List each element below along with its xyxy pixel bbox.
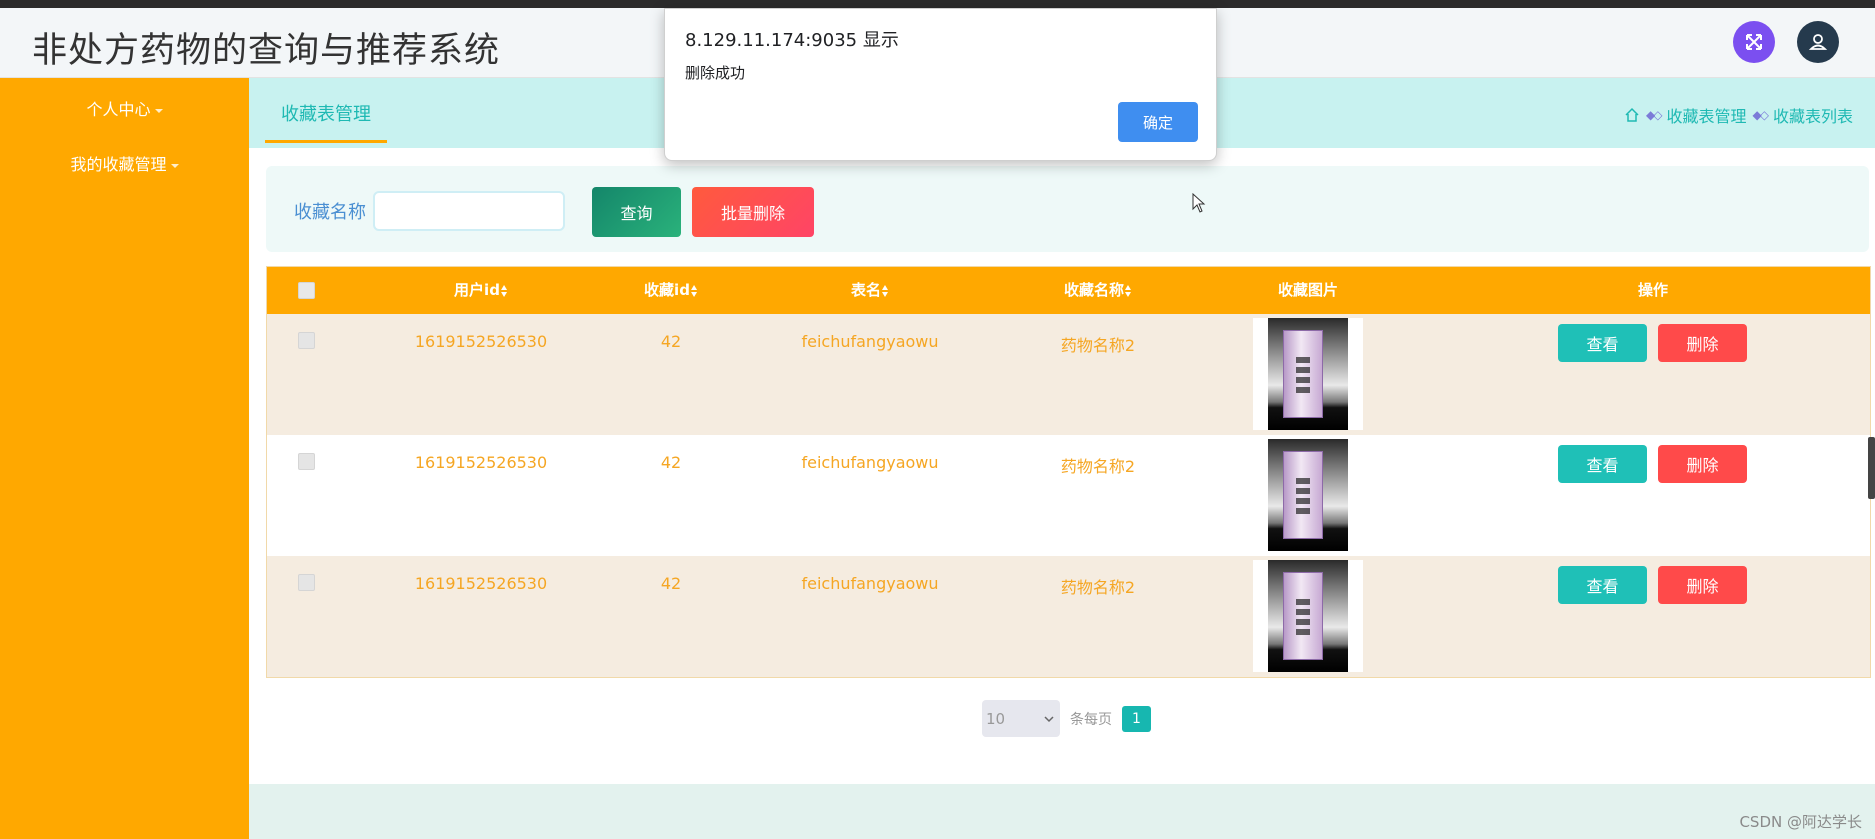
query-button[interactable]: 查询 bbox=[592, 187, 681, 237]
delete-button[interactable]: 删除 bbox=[1658, 566, 1747, 604]
delete-button[interactable]: 删除 bbox=[1658, 445, 1747, 483]
table-header: 用户id 收藏id 表名 收藏名称 收藏图片 操作 bbox=[267, 267, 1870, 314]
breadcrumb-separator-icon: ◆◇ bbox=[1752, 108, 1770, 122]
dialog-title: 8.129.11.174:9035 显示 bbox=[685, 30, 899, 51]
view-button[interactable]: 查看 bbox=[1558, 566, 1647, 604]
cell-table-name: feichufangyaowu bbox=[801, 574, 939, 593]
fullscreen-button[interactable] bbox=[1733, 21, 1775, 63]
fullscreen-icon bbox=[1746, 34, 1762, 50]
table-row: 1619152526530 42 feichufangyaowu 药物名称2 查… bbox=[267, 435, 1870, 556]
app-title: 非处方药物的查询与推荐系统 bbox=[32, 31, 501, 71]
select-all-checkbox[interactable] bbox=[298, 282, 315, 299]
sidebar-item-label: 我的收藏管理 bbox=[70, 155, 167, 174]
column-header-fav-image: 收藏图片 bbox=[1277, 281, 1339, 299]
column-header-table-name[interactable]: 表名 bbox=[851, 267, 889, 314]
batch-delete-button[interactable]: 批量删除 bbox=[692, 187, 814, 237]
search-input[interactable] bbox=[373, 191, 565, 231]
dialog-ok-button[interactable]: 确定 bbox=[1118, 102, 1198, 142]
chevron-down-icon bbox=[154, 108, 163, 113]
per-page-label: 条每页 bbox=[1070, 711, 1112, 728]
sort-icon bbox=[1125, 284, 1132, 297]
medicine-image bbox=[1253, 560, 1363, 672]
user-menu-button[interactable] bbox=[1797, 21, 1839, 63]
breadcrumb-separator-icon: ◆◇ bbox=[1646, 108, 1663, 122]
medicine-image bbox=[1253, 318, 1363, 430]
cell-fav-id: 42 bbox=[660, 574, 682, 593]
breadcrumb-item[interactable]: 收藏表管理 bbox=[1667, 103, 1747, 127]
search-panel: 收藏名称 查询 批量删除 bbox=[266, 166, 1869, 252]
column-header-fav-name[interactable]: 收藏名称 bbox=[1064, 267, 1132, 314]
home-icon[interactable] bbox=[1624, 107, 1640, 123]
breadcrumb: ◆◇ 收藏表管理 ◆◇ 收藏表列表 bbox=[1624, 103, 1853, 127]
table-row: 1619152526530 42 feichufangyaowu 药物名称2 查… bbox=[267, 556, 1870, 677]
cell-fav-id: 42 bbox=[660, 453, 682, 472]
sidebar-item-personal-center[interactable]: 个人中心 bbox=[0, 96, 249, 120]
cell-user-id: 1619152526530 bbox=[414, 332, 548, 351]
tab-favorites-management[interactable]: 收藏表管理 bbox=[265, 100, 387, 143]
sort-icon bbox=[690, 284, 698, 297]
breadcrumb-item: 收藏表列表 bbox=[1772, 107, 1853, 126]
page-size-select[interactable]: 10 bbox=[982, 700, 1060, 737]
chevron-down-icon bbox=[170, 163, 179, 168]
row-checkbox[interactable] bbox=[298, 453, 315, 470]
table-row: 1619152526530 42 feichufangyaowu 药物名称2 查… bbox=[267, 314, 1870, 435]
column-header-fav-id[interactable]: 收藏id bbox=[644, 267, 698, 314]
sidebar-item-my-favorites[interactable]: 我的收藏管理 bbox=[0, 151, 249, 175]
cell-fav-name: 药物名称2 bbox=[1060, 457, 1136, 476]
watermark: CSDN @阿达学长 bbox=[1739, 813, 1862, 831]
cell-table-name: feichufangyaowu bbox=[801, 453, 939, 472]
scrollbar-thumb[interactable] bbox=[1868, 437, 1875, 499]
cell-user-id: 1619152526530 bbox=[414, 453, 548, 472]
alert-dialog: 8.129.11.174:9035 显示 删除成功 确定 bbox=[664, 8, 1217, 161]
sidebar-item-label: 个人中心 bbox=[86, 100, 151, 119]
sort-icon bbox=[500, 284, 508, 297]
view-button[interactable]: 查看 bbox=[1558, 445, 1647, 483]
sidebar: 个人中心 我的收藏管理 bbox=[0, 78, 249, 839]
column-header-actions: 操作 bbox=[1637, 281, 1669, 299]
footer-band bbox=[249, 784, 1875, 839]
browser-top-strip bbox=[0, 0, 1875, 8]
user-icon bbox=[1808, 34, 1828, 50]
pagination: 10 条每页 1 bbox=[982, 700, 1151, 737]
cell-fav-name: 药物名称2 bbox=[1060, 336, 1136, 355]
page-number-current[interactable]: 1 bbox=[1122, 705, 1151, 732]
row-checkbox[interactable] bbox=[298, 332, 315, 349]
page-size-value: 10 bbox=[986, 709, 1006, 728]
cell-table-name: feichufangyaowu bbox=[801, 332, 939, 351]
view-button[interactable]: 查看 bbox=[1558, 324, 1647, 362]
chevron-down-icon bbox=[1044, 715, 1054, 722]
row-checkbox[interactable] bbox=[298, 574, 315, 591]
delete-button[interactable]: 删除 bbox=[1658, 324, 1747, 362]
cell-user-id: 1619152526530 bbox=[414, 574, 548, 593]
sort-icon bbox=[882, 284, 889, 297]
favorites-table: 用户id 收藏id 表名 收藏名称 收藏图片 操作 1619152526530 … bbox=[266, 266, 1871, 678]
dialog-message: 删除成功 bbox=[685, 64, 746, 82]
column-header-user-id[interactable]: 用户id bbox=[454, 267, 508, 314]
cell-fav-name: 药物名称2 bbox=[1060, 578, 1136, 597]
mouse-cursor-icon bbox=[1192, 193, 1206, 213]
medicine-image bbox=[1253, 439, 1363, 551]
cell-fav-id: 42 bbox=[660, 332, 682, 351]
search-label: 收藏名称 bbox=[294, 202, 366, 223]
